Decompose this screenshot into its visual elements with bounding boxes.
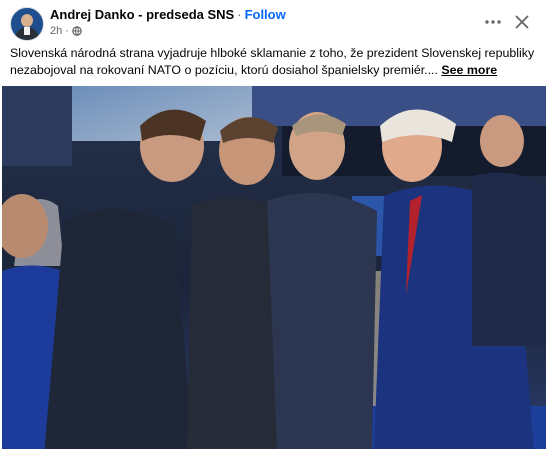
globe-icon: [72, 26, 82, 36]
post-time[interactable]: 2h: [50, 25, 62, 37]
follow-button[interactable]: Follow: [245, 7, 286, 22]
meta-separator: ·: [65, 25, 69, 37]
more-horizontal-icon: [485, 20, 501, 24]
post-photo-image: [2, 86, 546, 449]
post-photo[interactable]: [2, 86, 546, 449]
post-text: Slovenská národná strana vyjadruje hlbok…: [10, 45, 538, 79]
close-button[interactable]: [511, 11, 533, 33]
author-row: Andrej Danko - predseda SNS · Follow: [50, 7, 286, 22]
more-options-button[interactable]: [482, 11, 504, 33]
post-meta: 2h ·: [50, 25, 82, 37]
name-separator: ·: [237, 7, 242, 22]
close-icon: [515, 15, 529, 29]
see-more-link[interactable]: See more: [441, 63, 497, 77]
author-avatar[interactable]: [10, 7, 44, 41]
author-name[interactable]: Andrej Danko - predseda SNS: [50, 7, 234, 22]
post-header: Andrej Danko - predseda SNS · Follow 2h ·: [0, 0, 546, 42]
